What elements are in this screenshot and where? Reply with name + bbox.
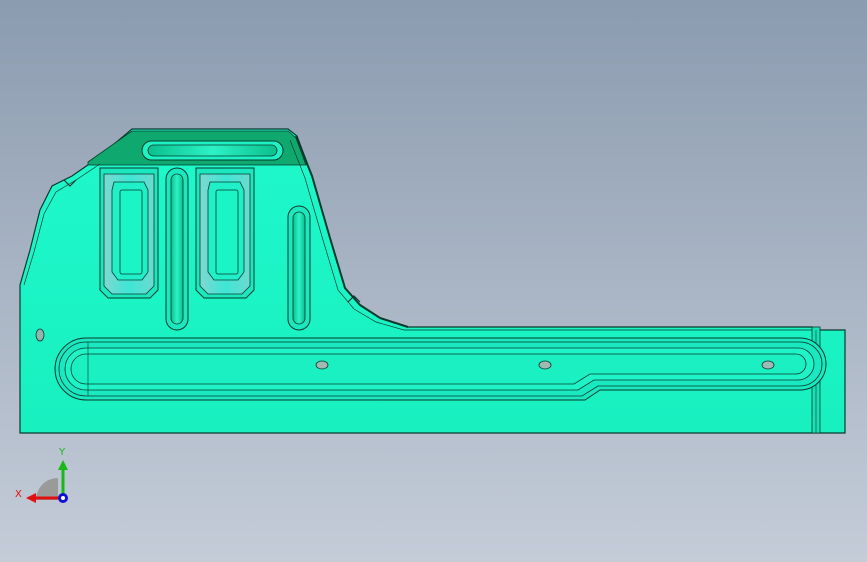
rib-hole-1[interactable] [315,360,329,370]
top-slot[interactable] [141,140,284,161]
pocket-left[interactable] [99,167,159,299]
rib-hole-2[interactable] [538,360,552,370]
vertical-slot-2[interactable] [287,205,311,331]
graphics-viewport[interactable]: Y X [0,0,867,562]
x-axis-label: X [15,489,22,500]
ramp-inner-edge [289,139,812,331]
rib-hole-3[interactable] [761,360,775,370]
view-triad[interactable]: Y X [15,447,68,503]
model-canvas[interactable]: Y X [0,0,867,562]
y-axis-label: Y [58,447,66,458]
vertical-slot-1[interactable] [165,167,189,331]
hole-left[interactable] [35,328,45,342]
pocket-right[interactable] [195,167,255,299]
